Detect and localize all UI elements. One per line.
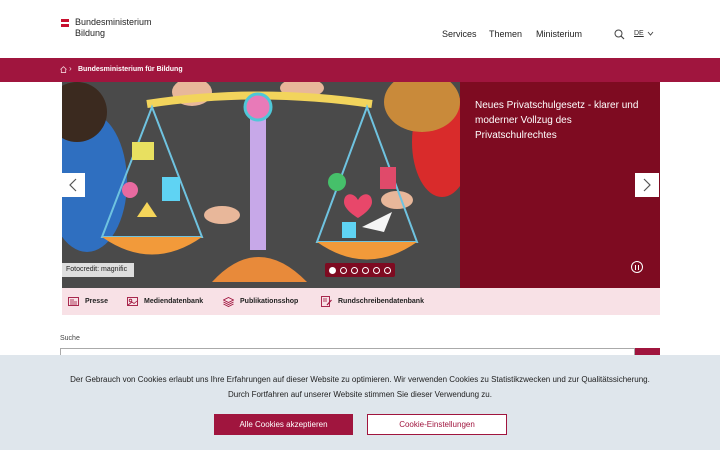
quick-link-label: Publikationsshop: [240, 298, 299, 305]
search-label: Suche: [60, 335, 80, 342]
austria-flag-icon: [61, 19, 69, 28]
logo-line-2: Bildung: [75, 28, 106, 38]
newspaper-icon: [68, 297, 79, 306]
quick-links-bar: Presse Mediendatenbank Publikationsshop …: [62, 288, 660, 315]
slide-dot-3[interactable]: [351, 266, 358, 274]
next-slide-button[interactable]: [635, 173, 659, 197]
quick-link-label: Presse: [85, 298, 108, 305]
slide-dot-1[interactable]: [329, 266, 336, 274]
breadcrumb-current: Bundesministerium für Bildung: [78, 66, 183, 73]
language-label: DE: [634, 30, 644, 37]
logo-text: Bundesministerium Bildung: [75, 17, 152, 39]
prev-slide-button[interactable]: [61, 173, 85, 197]
quick-link-presse[interactable]: Presse: [68, 288, 108, 315]
slide-dot-2[interactable]: [340, 266, 347, 274]
search-icon[interactable]: [614, 29, 625, 40]
quick-link-label: Mediendatenbank: [144, 298, 204, 305]
home-icon[interactable]: [60, 66, 67, 73]
nav-ministerium[interactable]: Ministerium: [536, 29, 582, 39]
site-header: Bundesministerium Bildung Services Theme…: [0, 0, 720, 58]
cookie-settings-button[interactable]: Cookie-Einstellungen: [367, 414, 507, 435]
chevron-left-icon: [69, 178, 77, 192]
quick-link-rundschreibendatenbank[interactable]: Rundschreibendatenbank: [321, 288, 424, 315]
quick-link-publikationsshop[interactable]: Publikationsshop: [223, 288, 298, 315]
photo-credit: Fotocredit: magnific: [62, 263, 135, 277]
document-edit-icon: [321, 296, 332, 307]
logo-line-1: Bundesministerium: [75, 17, 152, 27]
chevron-right-icon: [643, 178, 651, 192]
pause-icon[interactable]: [631, 261, 643, 273]
breadcrumb-separator: ›: [69, 64, 72, 73]
accept-all-cookies-button[interactable]: Alle Cookies akzeptieren: [214, 414, 353, 435]
nav-services[interactable]: Services: [442, 29, 477, 39]
nav-themen[interactable]: Themen: [489, 29, 522, 39]
chalk-scale-illustration: [62, 82, 460, 288]
cookie-text-line-2: Durch Fortfahren auf unserer Website sti…: [228, 390, 492, 399]
hero-image: Fotocredit: magnific: [62, 82, 460, 288]
quick-link-mediendatenbank[interactable]: Mediendatenbank: [127, 288, 203, 315]
breadcrumb: › Bundesministerium für Bildung: [0, 58, 720, 82]
slide-dot-4[interactable]: [362, 266, 369, 274]
cookie-text-line-1: Der Gebrauch von Cookies erlaubt uns Ihr…: [70, 375, 650, 384]
hero-slider: Fotocredit: magnific Neues Privatschulge…: [62, 82, 660, 288]
slide-dot-5[interactable]: [373, 266, 380, 274]
cookie-text: Der Gebrauch von Cookies erlaubt uns Ihr…: [0, 372, 720, 402]
hero-title[interactable]: Neues Privatschulgesetz - klarer und mod…: [475, 98, 647, 143]
quick-link-label: Rundschreibendatenbank: [338, 298, 424, 305]
site-logo[interactable]: Bundesministerium Bildung: [61, 17, 152, 39]
slide-dot-6[interactable]: [384, 266, 391, 274]
language-selector[interactable]: DE: [634, 30, 654, 37]
slide-indicators: [325, 263, 395, 277]
book-icon: [223, 296, 234, 307]
hero-text-panel: Neues Privatschulgesetz - klarer und mod…: [460, 82, 660, 288]
chevron-down-icon: [647, 31, 654, 36]
cookie-banner: Der Gebrauch von Cookies erlaubt uns Ihr…: [0, 355, 720, 450]
image-icon: [127, 297, 138, 306]
